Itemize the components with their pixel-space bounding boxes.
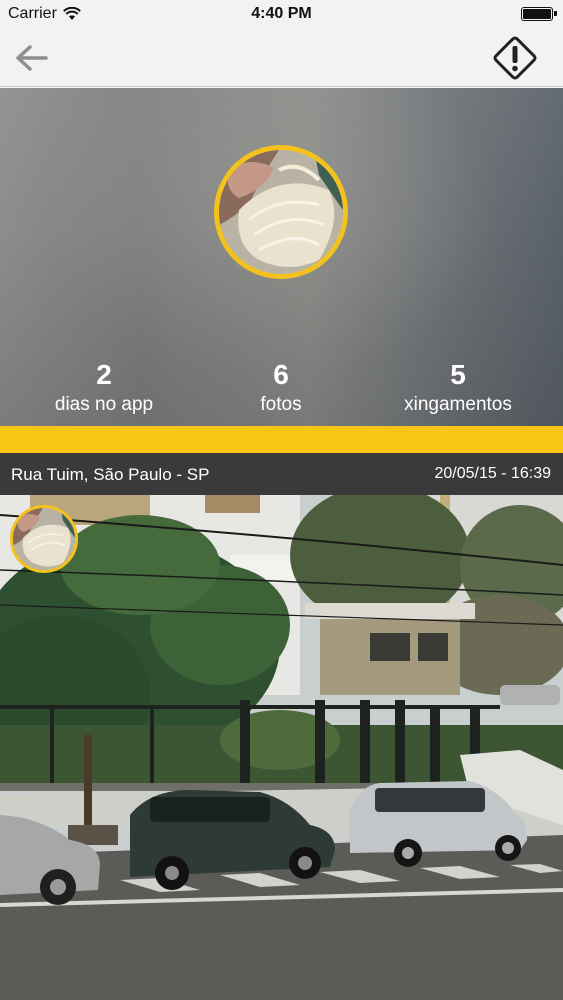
avatar-photo	[219, 150, 343, 274]
street-scene-image	[0, 495, 563, 1000]
post-author-avatar[interactable]	[10, 505, 78, 573]
post-author-photo	[13, 508, 75, 570]
accent-divider	[0, 426, 563, 453]
status-bar: Carrier 4:40 PM	[0, 0, 563, 28]
navigation-bar	[0, 28, 563, 87]
post-photo[interactable]	[0, 495, 563, 1000]
battery-icon	[521, 7, 557, 21]
arrow-left-icon	[16, 45, 48, 71]
stat-insults: 5 xingamentos	[368, 358, 548, 416]
post-datetime: 20/05/15 - 16:39	[434, 465, 551, 482]
profile-header: 2 dias no app 6 fotos 5 xingamentos	[0, 88, 563, 426]
stat-days-value: 2	[96, 359, 112, 390]
stat-photos-label: fotos	[260, 394, 302, 415]
status-time: 4:40 PM	[251, 5, 312, 22]
post-location[interactable]: Rua Tuim, São Paulo - SP	[11, 465, 209, 485]
report-button[interactable]	[491, 34, 539, 82]
stat-days-label: dias no app	[54, 394, 154, 415]
warning-diamond-icon	[493, 36, 537, 80]
profile-stats: 2 dias no app 6 fotos 5 xingamentos	[0, 358, 563, 418]
stat-insults-value: 5	[450, 359, 466, 390]
stat-days: 2 dias no app	[14, 358, 194, 416]
stat-insults-label: xingamentos	[404, 394, 512, 415]
back-button[interactable]	[12, 42, 50, 74]
stat-photos-value: 6	[273, 359, 289, 390]
profile-avatar[interactable]	[214, 145, 348, 279]
stat-photos: 6 fotos	[191, 358, 371, 416]
post-header: Rua Tuim, São Paulo - SP 20/05/15 - 16:3…	[0, 453, 563, 495]
